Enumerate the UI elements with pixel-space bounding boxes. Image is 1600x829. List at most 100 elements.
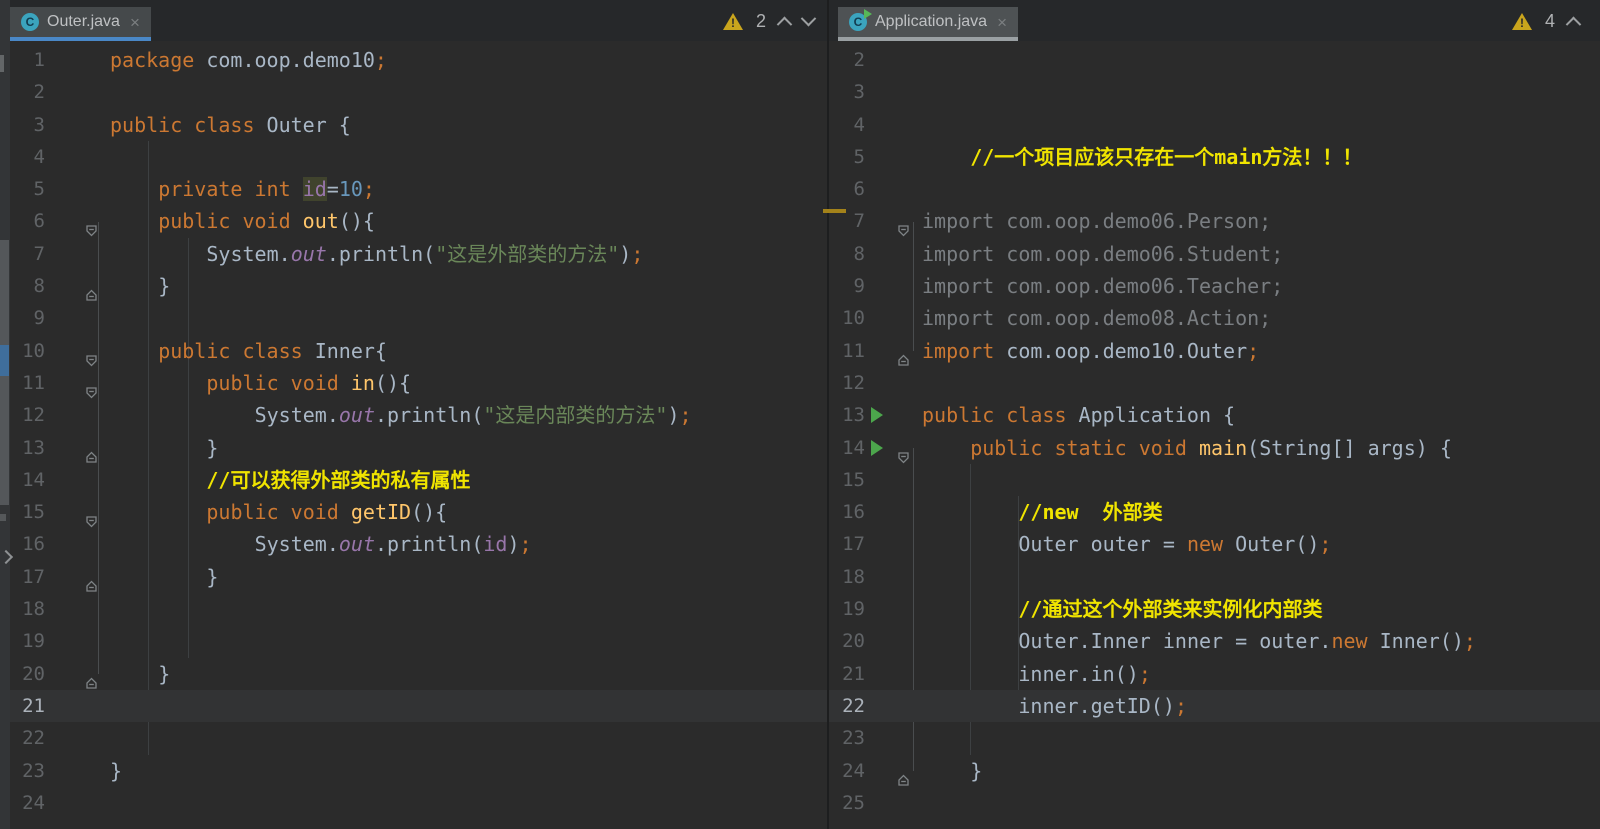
code-line[interactable]: 23} — [10, 755, 827, 787]
line-number[interactable]: 9 — [829, 270, 865, 302]
code-line[interactable]: 8 import com.oop.demo06.Student; — [829, 238, 1600, 270]
line-number[interactable]: 15 — [10, 496, 45, 528]
code-line[interactable]: 12 System.out.println("这是内部类的方法"); — [10, 399, 827, 431]
line-number[interactable]: 12 — [10, 399, 45, 431]
code-line[interactable]: 9 import com.oop.demo06.Teacher; — [829, 270, 1600, 302]
fold-collapse-icon[interactable] — [85, 505, 98, 528]
code-line[interactable]: 16 //new 外部类 — [829, 496, 1600, 528]
code-line[interactable]: 8} — [10, 270, 827, 302]
fold-end-icon[interactable] — [85, 279, 98, 301]
fold-collapse-icon[interactable] — [897, 441, 910, 463]
tool-window-strip[interactable] — [0, 0, 14, 829]
code-line[interactable]: 5 private int id=10; — [10, 173, 827, 205]
line-number[interactable]: 18 — [829, 561, 865, 593]
code-line[interactable]: 22 — [10, 722, 827, 754]
line-number[interactable]: 12 — [829, 367, 865, 399]
code-line[interactable]: 3 public class Outer { — [10, 109, 827, 141]
line-number[interactable]: 2 — [829, 44, 865, 76]
line-number[interactable]: 4 — [10, 141, 45, 173]
code-line[interactable]: 2 — [10, 76, 827, 108]
fold-end-icon[interactable] — [897, 344, 910, 366]
code-line[interactable]: 4 — [10, 141, 827, 173]
fold-collapse-icon[interactable] — [85, 344, 98, 367]
code-line[interactable]: 16 System.out.println(id); — [10, 528, 827, 560]
run-arrow-icon[interactable] — [871, 407, 883, 424]
code-line[interactable]: 18 — [10, 593, 827, 625]
fold-end-icon[interactable] — [85, 667, 98, 689]
code-line[interactable]: 25 — [829, 787, 1600, 819]
line-number[interactable]: 22 — [829, 690, 865, 722]
line-number[interactable]: 15 — [829, 464, 865, 496]
line-number[interactable]: 4 — [829, 109, 865, 141]
code-line[interactable]: 15 public void getID(){ — [10, 496, 827, 528]
line-number[interactable]: 11 — [10, 367, 45, 399]
inspections-widget[interactable]: 4 — [1512, 11, 1582, 33]
code-line[interactable]: 17 Outer outer = new Outer(); — [829, 528, 1600, 560]
line-number[interactable]: 18 — [10, 593, 45, 625]
line-number[interactable]: 7 — [10, 238, 45, 270]
line-number[interactable]: 8 — [10, 270, 45, 302]
fold-end-icon[interactable] — [85, 441, 98, 463]
line-number[interactable]: 21 — [829, 658, 865, 690]
code-line[interactable]: 7 import com.oop.demo06.Person; — [829, 205, 1600, 237]
line-number[interactable]: 14 — [10, 464, 45, 496]
chevron-up-icon[interactable] — [776, 16, 793, 33]
line-number[interactable]: 17 — [10, 561, 45, 593]
code-line[interactable]: 15 — [829, 464, 1600, 496]
line-number[interactable]: 9 — [10, 302, 45, 334]
line-number[interactable]: 23 — [829, 722, 865, 754]
code-line[interactable]: 12 — [829, 367, 1600, 399]
line-number[interactable]: 6 — [10, 205, 45, 237]
close-icon[interactable]: × — [130, 14, 140, 31]
chevron-up-icon[interactable] — [1565, 16, 1582, 33]
fold-collapse-icon[interactable] — [85, 376, 98, 399]
code-line[interactable]: 11 import com.oop.demo10.Outer; — [829, 335, 1600, 367]
line-number[interactable]: 3 — [10, 109, 45, 141]
line-number[interactable]: 24 — [829, 755, 865, 787]
code-line[interactable]: 21 inner.in(); — [829, 658, 1600, 690]
code-line[interactable]: 13 public class Application { — [829, 399, 1600, 431]
line-number[interactable]: 5 — [10, 173, 45, 205]
line-number[interactable]: 24 — [10, 787, 45, 819]
code-line[interactable]: 3 — [829, 76, 1600, 108]
code-line[interactable]: 20 Outer.Inner inner = outer.new Inner(); — [829, 625, 1600, 657]
code-line[interactable]: 6 — [829, 173, 1600, 205]
tab-application-java[interactable]: C Application.java × — [838, 7, 1019, 41]
line-number[interactable]: 10 — [829, 302, 865, 334]
code-line[interactable]: 5 //一个项目应该只存在一个main方法！！！ — [829, 141, 1600, 173]
editor-outer-java[interactable]: 1 package com.oop.demo10; 2 3 public class O… — [10, 41, 827, 829]
code-line[interactable]: 13} — [10, 432, 827, 464]
code-line[interactable]: 2 — [829, 44, 1600, 76]
inspections-widget[interactable]: 2 — [723, 10, 817, 33]
code-line[interactable]: 18 — [829, 561, 1600, 593]
line-number[interactable]: 16 — [829, 496, 865, 528]
code-line[interactable]: 9 — [10, 302, 827, 334]
line-number[interactable]: 14 — [829, 432, 865, 464]
fold-collapse-icon[interactable] — [897, 214, 910, 237]
code-line[interactable]: 14 //可以获得外部类的私有属性 — [10, 464, 827, 496]
line-number[interactable]: 21 — [10, 690, 45, 722]
line-number[interactable]: 19 — [10, 625, 45, 657]
chevron-down-icon[interactable] — [800, 10, 817, 27]
line-number[interactable]: 13 — [829, 399, 865, 431]
line-number[interactable]: 22 — [10, 722, 45, 754]
line-number[interactable]: 11 — [829, 335, 865, 367]
code-line[interactable]: 14 public static void main(String[] args)… — [829, 432, 1600, 464]
line-number[interactable]: 17 — [829, 528, 865, 560]
code-line[interactable]: 1 package com.oop.demo10; — [10, 44, 827, 76]
line-number[interactable]: 20 — [829, 625, 865, 657]
code-line[interactable]: 20} — [10, 658, 827, 690]
fold-collapse-icon[interactable] — [85, 214, 98, 237]
code-line[interactable]: 11 public void in(){ — [10, 367, 827, 399]
code-line[interactable]: 7 System.out.println("这是外部类的方法"); — [10, 238, 827, 270]
line-number[interactable]: 23 — [10, 755, 45, 787]
code-line[interactable]: 24} — [829, 755, 1600, 787]
code-line[interactable]: 10 import com.oop.demo08.Action; — [829, 302, 1600, 334]
run-arrow-icon[interactable] — [871, 439, 883, 456]
code-line[interactable]: 6 public void out(){ — [10, 205, 827, 237]
line-number[interactable]: 6 — [829, 173, 865, 205]
line-number[interactable]: 3 — [829, 76, 865, 108]
line-number[interactable]: 20 — [10, 658, 45, 690]
fold-end-icon[interactable] — [897, 764, 910, 786]
editor-application-java[interactable]: 2 3 4 5//一个项目应该只存在一个main方法！！！ 6 7 import com.o… — [829, 41, 1600, 829]
